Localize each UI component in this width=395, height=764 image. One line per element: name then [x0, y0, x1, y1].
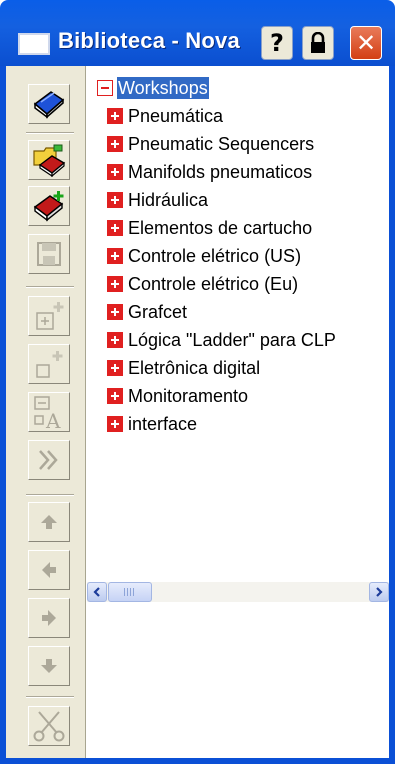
add-item-button[interactable] [28, 296, 70, 336]
expand-icon[interactable] [107, 332, 123, 348]
double-chevron-right-icon [39, 450, 58, 470]
tree-item-label: Hidráulica [128, 190, 209, 210]
toolbar-separator [26, 696, 74, 698]
tree-item-label: Grafcet [128, 302, 188, 322]
lock-button[interactable] [302, 26, 334, 60]
window-frame-bottom [0, 758, 395, 764]
tree-item[interactable]: Pneumatic Sequencers [107, 130, 315, 158]
toolbar-separator [26, 132, 74, 134]
toolbar-separator [26, 286, 74, 288]
tree-item[interactable]: Monitoramento [107, 382, 249, 410]
tree-item-label: Lógica "Ladder" para CLP [128, 330, 336, 350]
help-button[interactable]: ? [261, 26, 293, 60]
lock-icon [311, 32, 325, 53]
vertical-toolbar: A [6, 66, 86, 758]
chevron-left-icon [93, 587, 100, 597]
window-icon [18, 33, 50, 55]
expand-icon[interactable] [107, 220, 123, 236]
arrow-up-icon [41, 515, 57, 529]
tree-item[interactable]: Controle elétrico (US) [107, 242, 302, 270]
arrow-down-icon [41, 659, 57, 673]
tree-item-label: Controle elétrico (US) [128, 246, 302, 266]
expand-icon[interactable] [107, 276, 123, 292]
library-window: Biblioteca - Nova ? ✕ A Workshops Pneumá… [0, 0, 395, 764]
expand-icon[interactable] [107, 304, 123, 320]
tree-item[interactable]: interface [107, 410, 198, 438]
title-bar[interactable]: Biblioteca - Nova ? ✕ [0, 0, 395, 66]
expand-icon[interactable] [107, 192, 123, 208]
blue-book-icon [33, 91, 65, 119]
details-pane [87, 602, 389, 758]
tree-item-label: Eletrônica digital [128, 358, 261, 378]
tree-item-label: Manifolds pneumaticos [128, 162, 313, 182]
move-right-button[interactable] [28, 598, 70, 638]
move-up-button[interactable] [28, 502, 70, 542]
tree-item[interactable]: Grafcet [107, 298, 188, 326]
library-book-button[interactable] [28, 84, 70, 124]
expand-icon[interactable] [107, 248, 123, 264]
scissors-icon [33, 711, 65, 742]
tree-item[interactable]: Eletrônica digital [107, 354, 261, 382]
tree-item-label: Monitoramento [128, 386, 249, 406]
tree-item-label: Elementos de cartucho [128, 218, 313, 238]
toolbar-separator [26, 494, 74, 496]
scroll-right-button[interactable] [369, 582, 389, 602]
window-frame-right [389, 66, 395, 764]
tree-item[interactable]: Hidráulica [107, 186, 209, 214]
expand-icon[interactable] [107, 360, 123, 376]
tree-item[interactable]: Manifolds pneumaticos [107, 158, 313, 186]
expand-icon[interactable] [107, 136, 123, 152]
chevron-right-icon [376, 587, 383, 597]
expand-icon[interactable] [107, 164, 123, 180]
help-icon: ? [270, 29, 284, 57]
new-item-button[interactable] [28, 344, 70, 384]
window-title: Biblioteca - Nova [58, 28, 240, 53]
scroll-left-button[interactable] [87, 582, 107, 602]
open-folder-book-button[interactable] [28, 140, 70, 180]
svg-text:A: A [45, 409, 61, 430]
tree-item-label: Controle elétrico (Eu) [128, 274, 299, 294]
move-left-button[interactable] [28, 550, 70, 590]
arrow-right-icon [42, 610, 56, 626]
scroll-thumb[interactable] [108, 582, 152, 602]
tree-item[interactable]: Lógica "Ladder" para CLP [107, 326, 337, 354]
new-book-button[interactable] [28, 186, 70, 226]
horizontal-scrollbar[interactable] [87, 582, 389, 602]
folder-book-icon [33, 144, 66, 177]
tree-item[interactable]: Pneumática [107, 102, 224, 130]
cut-button[interactable] [28, 706, 70, 746]
close-icon: ✕ [355, 29, 377, 57]
tree-item[interactable]: Controle elétrico (Eu) [107, 270, 299, 298]
tree-root-workshops[interactable]: Workshops [97, 74, 209, 102]
rename-text-icon: A [34, 396, 61, 430]
new-box-icon [36, 351, 63, 378]
expand-icon[interactable] [107, 108, 123, 124]
tree-item-label: Pneumática [128, 106, 224, 126]
expand-icon[interactable] [107, 388, 123, 404]
arrow-left-icon [42, 562, 56, 578]
add-box-icon [36, 302, 64, 330]
tree-item-label: Pneumatic Sequencers [128, 134, 315, 154]
red-book-plus-icon [33, 191, 64, 222]
move-down-button[interactable] [28, 646, 70, 686]
library-tree: Workshops Pneumática Pneumatic Sequencers… [87, 66, 389, 582]
save-button[interactable] [28, 234, 70, 274]
grip-icon [124, 588, 136, 596]
forward-button[interactable] [28, 440, 70, 480]
collapse-icon[interactable] [97, 80, 113, 96]
expand-icon[interactable] [107, 416, 123, 432]
close-button[interactable]: ✕ [350, 26, 382, 60]
floppy-disk-icon [37, 242, 61, 266]
tree-item-label: interface [128, 414, 198, 434]
tree-item[interactable]: Elementos de cartucho [107, 214, 313, 242]
tree-root-label[interactable]: Workshops [117, 77, 209, 99]
rename-button[interactable]: A [28, 392, 70, 432]
